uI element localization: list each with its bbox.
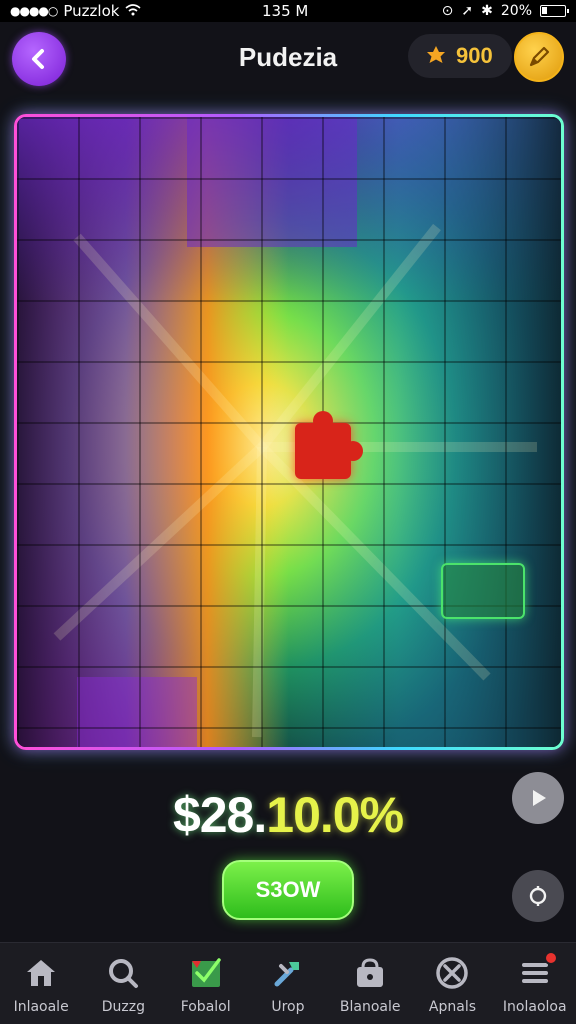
status-time: 135 M (262, 2, 309, 20)
loose-puzzle-piece[interactable] (441, 563, 525, 619)
tools-icon (270, 955, 306, 991)
nav-label-puzzle: Fobalol (180, 999, 231, 1015)
status-right: ⊙ ➚ ✱ 20% (441, 0, 569, 22)
page-title: Pudezia (238, 42, 338, 72)
nav-label-menu: Inolaoloa (502, 999, 567, 1015)
home-icon (23, 955, 59, 991)
shop-icon (352, 955, 388, 991)
nav-item-home[interactable]: Inlaoale (0, 943, 82, 1024)
nav-item-shop[interactable]: Blanoale (329, 943, 411, 1024)
nav-label-compass: Apnals (428, 999, 477, 1015)
coin-balance: 900 (408, 34, 512, 78)
location-icon: ➚ (461, 3, 474, 19)
alarm-icon: ⊙ (441, 3, 454, 19)
play-button[interactable] (512, 772, 564, 824)
compass-icon (434, 955, 470, 991)
search-icon (105, 955, 141, 991)
nav-item-menu[interactable]: Inolaoloa (494, 943, 576, 1024)
puzzle-board[interactable] (14, 114, 564, 750)
nav-label-shop: Blanoale (339, 999, 401, 1015)
header: Pudezia 900 (0, 22, 576, 100)
battery-icon (540, 5, 569, 17)
show-button[interactable]: S3OW (222, 860, 354, 920)
score-percent: 10.0% (266, 787, 404, 843)
coin-amount: 900 (456, 43, 493, 68)
rotate-icon (529, 886, 547, 906)
carrier-name: Puzzlok (63, 2, 120, 20)
wifi-icon (125, 2, 141, 20)
signal-icon: ●●●●○ (10, 4, 58, 18)
coin-icon (427, 46, 445, 63)
nav-item-search[interactable]: Duzzg (82, 943, 164, 1024)
notification-badge (543, 951, 558, 965)
nav-item-puzzle[interactable]: Fobalol (165, 943, 247, 1024)
battery-percent: 20% (500, 3, 532, 19)
score-amount: $28. (172, 787, 267, 843)
hint-button[interactable] (514, 32, 564, 82)
nav-label-search: Duzzg (101, 999, 146, 1015)
pencil-icon (529, 46, 550, 67)
selected-puzzle-piece[interactable] (295, 411, 363, 479)
nav-item-tools[interactable]: Urop (247, 943, 329, 1024)
bluetooth-icon: ✱ (481, 3, 493, 19)
chevron-left-icon (32, 49, 44, 69)
bottom-nav: Inlaoale Duzzg Fobalol Urop Blanoale Apn… (0, 942, 576, 1024)
back-button[interactable] (12, 32, 66, 86)
play-icon (533, 790, 546, 806)
score-display: $28.10.0% (100, 786, 476, 844)
status-bar: ●●●●○ Puzzlok 135 M ⊙ ➚ ✱ 20% (0, 0, 576, 22)
nav-label-home: Inlaoale (13, 999, 69, 1015)
flag-icon (188, 955, 224, 991)
nav-label-tools: Urop (271, 999, 305, 1015)
piece-grid (17, 117, 561, 747)
status-left: ●●●●○ Puzzlok (10, 2, 141, 20)
rotate-button[interactable] (512, 870, 564, 922)
nav-item-compass[interactable]: Apnals (411, 943, 493, 1024)
